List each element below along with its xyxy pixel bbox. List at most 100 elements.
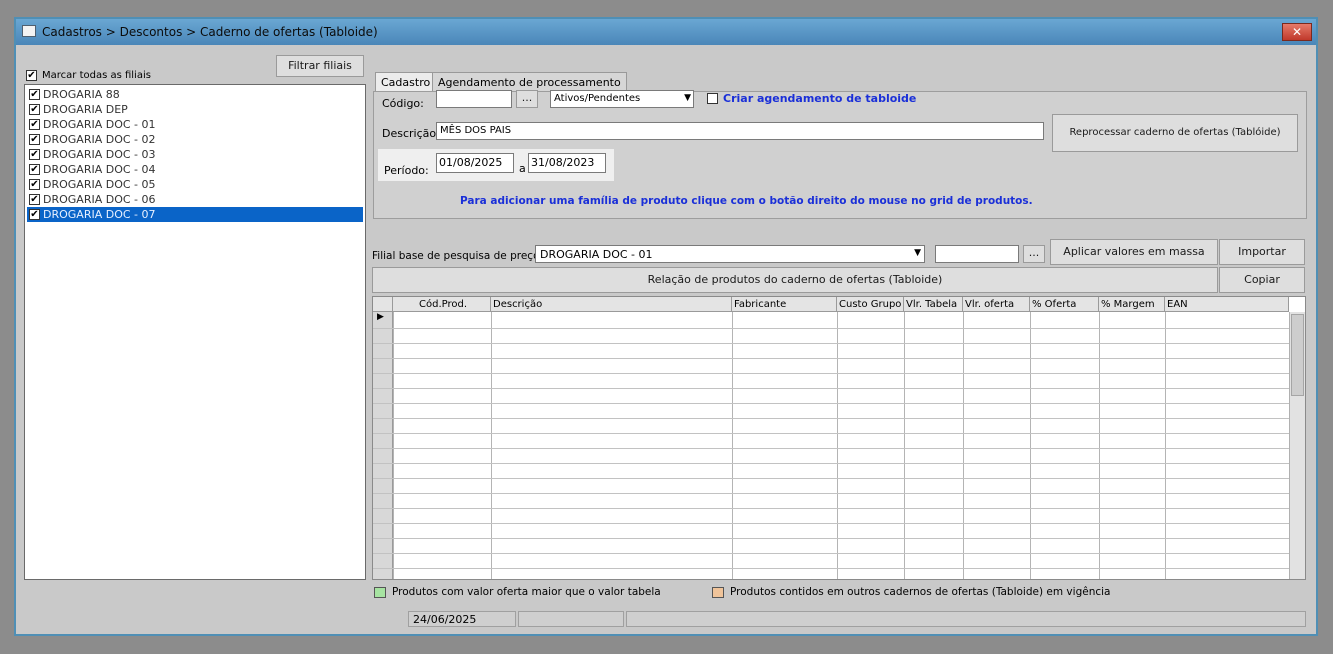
legend-orange-label: Produtos contidos em outros cadernos de … [730, 586, 1111, 598]
codigo-lookup-button[interactable]: ... [516, 90, 538, 108]
base-branch-select[interactable]: DROGARIA DOC - 01 ▼ [535, 245, 925, 263]
grid-column-line [393, 312, 394, 579]
branch-item[interactable]: ✔ DROGARIA DOC - 07 [27, 207, 363, 222]
branch-checkbox[interactable]: ✔ [29, 209, 40, 220]
col-fabricante[interactable]: Fabricante [732, 297, 837, 312]
row-header-column [373, 312, 393, 579]
branch-checkbox[interactable]: ✔ [29, 104, 40, 115]
branch-item[interactable]: ✔ DROGARIA DOC - 03 [27, 147, 363, 162]
branch-checkbox[interactable]: ✔ [29, 194, 40, 205]
branch-item[interactable]: ✔ DROGARIA DOC - 05 [27, 177, 363, 192]
branch-label: DROGARIA DOC - 03 [43, 148, 156, 161]
branch-checkbox[interactable]: ✔ [29, 164, 40, 175]
branch-checkbox[interactable]: ✔ [29, 149, 40, 160]
tab-agendamento[interactable]: Agendamento de processamento [432, 72, 627, 92]
status-panel-3 [626, 611, 1306, 627]
grid-row-line [373, 568, 1289, 569]
close-button[interactable]: ✕ [1282, 23, 1312, 41]
filter-branches-button[interactable]: Filtrar filiais [276, 55, 364, 77]
branch-item[interactable]: ✔ DROGARIA DOC - 06 [27, 192, 363, 207]
grid-column-line [837, 312, 838, 579]
grid-row-line [373, 523, 1289, 524]
col-ean[interactable]: EAN [1165, 297, 1289, 312]
grid-row-line [373, 418, 1289, 419]
extra-input[interactable] [935, 245, 1019, 263]
branch-item[interactable]: ✔ DROGARIA DEP [27, 102, 363, 117]
branch-item[interactable]: ✔ DROGARIA DOC - 04 [27, 162, 363, 177]
status-select[interactable]: Ativos/Pendentes ▼ [550, 90, 694, 108]
branch-checkbox[interactable]: ✔ [29, 119, 40, 130]
branch-item[interactable]: ✔ DROGARIA 88 [27, 87, 363, 102]
row-header-corner [373, 297, 393, 312]
extra-lookup-button[interactable]: ... [1023, 245, 1045, 263]
branch-list[interactable]: ✔ DROGARIA 88 ✔ DROGARIA DEP ✔ DROGARIA DOC -… [24, 84, 366, 580]
periodo-label: Período: [384, 164, 429, 177]
grid-column-line [1099, 312, 1100, 579]
base-branch-value: DROGARIA DOC - 01 [540, 248, 653, 261]
col-vlr-oferta[interactable]: Vlr. oferta [963, 297, 1030, 312]
status-panel-2 [518, 611, 624, 627]
grid-row-line [373, 343, 1289, 344]
branch-label: DROGARIA DOC - 07 [43, 208, 156, 221]
branch-checkbox[interactable]: ✔ [29, 89, 40, 100]
hint-text: Para adicionar uma família de produto cl… [460, 195, 1033, 207]
branch-label: DROGARIA DOC - 04 [43, 163, 156, 176]
col-pct-oferta[interactable]: % Oferta [1030, 297, 1099, 312]
grid-row-line [373, 463, 1289, 464]
col-descricao[interactable]: Descrição [491, 297, 732, 312]
col-pct-margem[interactable]: % Margem [1099, 297, 1165, 312]
legend-green-label: Produtos com valor oferta maior que o va… [392, 586, 661, 598]
branch-item[interactable]: ✔ DROGARIA DOC - 02 [27, 132, 363, 147]
descricao-label: Descrição: [382, 127, 440, 140]
copy-button[interactable]: Copiar [1219, 267, 1305, 293]
grid-row-line [373, 358, 1289, 359]
codigo-label: Código: [382, 97, 424, 110]
col-custo-grupo[interactable]: Custo Grupo [837, 297, 904, 312]
mark-all-row[interactable]: ✔ Marcar todas as filiais [26, 69, 266, 83]
grid-scrollbar-thumb[interactable] [1291, 314, 1304, 396]
schedule-label[interactable]: Criar agendamento de tabloide [723, 92, 916, 105]
grid-column-line [491, 312, 492, 579]
date-to-input[interactable]: 31/08/2023 [528, 153, 606, 173]
import-button[interactable]: Importar [1219, 239, 1305, 265]
grid-row-line [373, 478, 1289, 479]
col-vlr-tabela[interactable]: Vlr. Tabela [904, 297, 963, 312]
window-title: Cadastros > Descontos > Caderno de ofert… [42, 25, 378, 39]
tab-cadastro[interactable]: Cadastro [375, 72, 437, 92]
grid-row-line [373, 553, 1289, 554]
apply-bulk-button[interactable]: Aplicar valores em massa [1050, 239, 1218, 265]
grid-scrollbar[interactable] [1289, 312, 1305, 579]
descricao-input[interactable]: MÊS DOS PAIS [436, 122, 1044, 140]
schedule-checkbox[interactable] [707, 93, 718, 104]
grid-row-line [373, 328, 1289, 329]
mark-all-checkbox[interactable]: ✔ [26, 70, 37, 81]
title-bar[interactable]: Cadastros > Descontos > Caderno de ofert… [16, 19, 1316, 45]
codigo-input[interactable] [436, 90, 512, 108]
date-from-input[interactable]: 01/08/2025 [436, 153, 514, 173]
grid-column-line [1165, 312, 1166, 579]
branch-item[interactable]: ✔ DROGARIA DOC - 01 [27, 117, 363, 132]
grid-column-line [732, 312, 733, 579]
product-relation-button[interactable]: Relação de produtos do caderno de oferta… [372, 267, 1218, 293]
col-cod-prod[interactable]: Cód.Prod. [393, 297, 491, 312]
grid-column-line [1030, 312, 1031, 579]
chevron-down-icon[interactable]: ▼ [684, 93, 691, 103]
grid-row-line [373, 493, 1289, 494]
date-separator: a [519, 162, 526, 175]
branch-label: DROGARIA DOC - 01 [43, 118, 156, 131]
chevron-down-icon[interactable]: ▼ [914, 248, 921, 258]
branch-checkbox[interactable]: ✔ [29, 134, 40, 145]
grid-row-line [373, 388, 1289, 389]
grid-row-line [373, 508, 1289, 509]
app-icon [22, 25, 36, 37]
grid-row-line [373, 538, 1289, 539]
branch-label: DROGARIA DOC - 02 [43, 133, 156, 146]
grid-row-line [373, 373, 1289, 374]
reprocess-button[interactable]: Reprocessar caderno de ofertas (Tablóide… [1052, 114, 1298, 152]
branch-label: DROGARIA DOC - 06 [43, 193, 156, 206]
branch-label: DROGARIA DEP [43, 103, 128, 116]
branch-checkbox[interactable]: ✔ [29, 179, 40, 190]
status-date: 24/06/2025 [408, 611, 516, 627]
grid-row-line [373, 403, 1289, 404]
product-grid[interactable]: Cód.Prod. Descrição Fabricante Custo Gru… [372, 296, 1306, 580]
